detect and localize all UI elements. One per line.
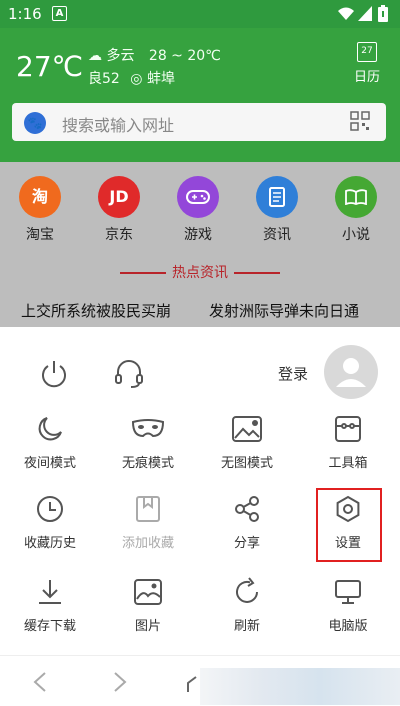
menu-label: 无图模式 — [220, 456, 273, 471]
avatar[interactable] — [324, 345, 378, 399]
taobao-icon: 淘 — [19, 176, 61, 218]
gamepad-icon — [177, 176, 219, 218]
menu-share[interactable]: 分享 — [202, 494, 292, 551]
share-icon — [235, 496, 259, 522]
shortcut-jd[interactable]: JD 京东 — [86, 176, 152, 256]
menu-label: 夜间模式 — [23, 456, 76, 471]
menu-label: 电脑版 — [328, 619, 368, 634]
news-item[interactable]: 发射洲际导弹未向日通 — [209, 300, 359, 321]
blurred-overlay — [200, 668, 400, 705]
weather-condition-row: ☁ 多云 28 ~ 20℃ — [88, 45, 221, 65]
menu-images[interactable]: 图片 — [103, 577, 193, 634]
desktop-icon — [335, 580, 361, 604]
search-placeholder: 搜索或输入网址 — [62, 116, 175, 135]
menu-label: 添加收藏 — [121, 536, 174, 551]
qr-scan-icon[interactable] — [350, 111, 370, 131]
calendar-icon: 27 — [357, 42, 377, 62]
home-content: 淘 淘宝 JD 京东 游戏 资讯 小说 热点资讯 上交所系统被股民买崩 发射洲际… — [0, 162, 400, 327]
status-bar: 1:16 A — [0, 0, 400, 28]
menu-label: 缓存下载 — [23, 619, 76, 634]
weather-detail-row: 良52 ◎ 蚌埠 — [88, 68, 175, 88]
shortcut-label: 资讯 — [263, 227, 291, 243]
shortcut-news[interactable]: 资讯 — [244, 176, 310, 256]
shortcut-label: 小说 — [342, 227, 370, 243]
toolbox-icon — [335, 416, 361, 442]
power-icon[interactable] — [38, 358, 70, 390]
menu-label: 分享 — [233, 536, 260, 551]
menu-desktop-version[interactable]: 电脑版 — [303, 577, 393, 634]
hot-news-title: 热点资讯 — [172, 265, 228, 281]
news-item[interactable]: 上交所系统被股民买崩 — [21, 300, 171, 321]
wifi-icon — [338, 7, 354, 20]
temperature[interactable]: 27℃ — [16, 50, 83, 83]
book-icon — [335, 176, 377, 218]
refresh-icon — [236, 577, 258, 603]
app-notification-icon: A — [52, 6, 67, 21]
temperature-range: 28 ~ 20℃ — [148, 48, 221, 64]
settings-highlight-box — [316, 488, 382, 562]
menu-no-image[interactable]: 无图模式 — [202, 414, 292, 471]
location: 蚌埠 — [146, 71, 175, 87]
calendar-button[interactable]: 27 日历 — [352, 42, 382, 88]
weather-header: 27℃ ☁ 多云 28 ~ 20℃ 良52 ◎ 蚌埠 27 日历 🐾 搜索或输入… — [0, 28, 400, 162]
news-icon — [256, 176, 298, 218]
shortcut-label: 京东 — [105, 227, 133, 243]
menu-incognito[interactable]: 无痕模式 — [103, 414, 193, 471]
no-image-icon — [232, 416, 262, 442]
moon-icon — [38, 417, 62, 441]
menu-label: 无痕模式 — [121, 456, 174, 471]
signal-icon — [358, 6, 372, 21]
mask-icon — [131, 419, 165, 438]
user-avatar-icon — [336, 358, 366, 387]
back-arrow-icon[interactable] — [32, 671, 48, 693]
air-quality: 良52 — [88, 71, 120, 87]
login-link[interactable]: 登录 — [278, 363, 308, 384]
status-time: 1:16 — [8, 5, 42, 23]
shortcut-games[interactable]: 游戏 — [165, 176, 231, 256]
battery-icon — [378, 5, 388, 22]
jd-icon: JD — [98, 176, 140, 218]
menu-label: 工具箱 — [328, 456, 368, 471]
menu-label: 图片 — [134, 619, 161, 634]
headset-icon[interactable] — [113, 358, 145, 390]
menu-downloads[interactable]: 缓存下载 — [5, 577, 95, 634]
shortcut-taobao[interactable]: 淘 淘宝 — [7, 176, 73, 256]
weather-condition: 多云 — [106, 48, 135, 64]
menu-label: 收藏历史 — [23, 536, 76, 551]
shortcut-label: 淘宝 — [26, 227, 54, 243]
menu-toolbox[interactable]: 工具箱 — [303, 414, 393, 471]
clock-icon — [37, 496, 63, 522]
calendar-label: 日历 — [353, 70, 380, 85]
forward-arrow-icon[interactable] — [112, 671, 128, 693]
location-pin-icon: ◎ — [130, 71, 143, 87]
home-icon[interactable] — [186, 676, 200, 692]
search-bar[interactable]: 🐾 搜索或输入网址 — [12, 103, 386, 141]
bookmark-add-icon — [136, 496, 160, 522]
baidu-paw-icon: 🐾 — [24, 112, 46, 134]
download-icon — [39, 580, 61, 604]
hot-news-header: 热点资讯 — [0, 262, 400, 282]
menu-night-mode[interactable]: 夜间模式 — [5, 414, 95, 471]
menu-bookmarks-history[interactable]: 收藏历史 — [5, 494, 95, 551]
image-icon — [134, 579, 162, 605]
menu-label: 刷新 — [233, 619, 260, 634]
cloud-icon: ☁ — [88, 48, 102, 64]
shortcut-novel[interactable]: 小说 — [323, 176, 389, 256]
menu-add-bookmark[interactable]: 添加收藏 — [103, 494, 193, 551]
shortcut-label: 游戏 — [184, 227, 212, 243]
menu-refresh[interactable]: 刷新 — [202, 577, 292, 634]
